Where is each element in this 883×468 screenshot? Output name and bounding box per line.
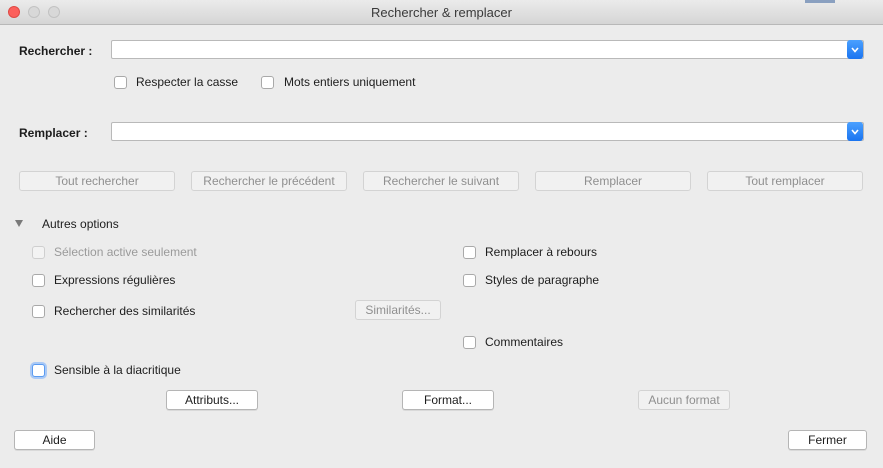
replace-input[interactable] bbox=[111, 122, 864, 141]
diacritic-checkbox[interactable] bbox=[32, 364, 45, 377]
attributes-button[interactable]: Attributs... bbox=[166, 390, 258, 410]
chevron-down-icon bbox=[851, 128, 859, 135]
close-button[interactable]: Fermer bbox=[788, 430, 867, 450]
window-title: Rechercher & remplacer bbox=[371, 5, 512, 20]
disclosure-triangle-icon[interactable] bbox=[15, 220, 23, 227]
find-all-button[interactable]: Tout rechercher bbox=[19, 171, 175, 191]
backwards-label: Remplacer à rebours bbox=[485, 245, 598, 259]
chevron-down-icon bbox=[851, 46, 859, 53]
replace-all-button[interactable]: Tout remplacer bbox=[707, 171, 863, 191]
more-options-header[interactable]: Autres options bbox=[42, 217, 119, 231]
backwards-checkbox[interactable] bbox=[463, 246, 476, 259]
search-label: Rechercher : bbox=[19, 44, 93, 58]
comments-label: Commentaires bbox=[485, 335, 564, 349]
search-dropdown-button[interactable] bbox=[847, 40, 863, 59]
match-case-label: Respecter la casse bbox=[136, 75, 239, 89]
regex-label: Expressions régulières bbox=[54, 273, 176, 287]
similarity-checkbox[interactable] bbox=[32, 305, 45, 318]
title-bar: Rechercher & remplacer bbox=[0, 0, 883, 25]
paragraph-styles-label: Styles de paragraphe bbox=[485, 273, 600, 287]
comments-checkbox[interactable] bbox=[463, 336, 476, 349]
replace-label: Remplacer : bbox=[19, 126, 88, 140]
current-selection-checkbox[interactable] bbox=[32, 246, 45, 259]
similarities-button[interactable]: Similarités... bbox=[355, 300, 441, 320]
replace-dropdown-button[interactable] bbox=[847, 122, 863, 141]
similarity-label: Rechercher des similarités bbox=[54, 304, 196, 318]
paragraph-styles-checkbox[interactable] bbox=[463, 274, 476, 287]
whole-words-label: Mots entiers uniquement bbox=[284, 75, 416, 89]
diacritic-label: Sensible à la diacritique bbox=[54, 363, 181, 377]
format-button[interactable]: Format... bbox=[402, 390, 494, 410]
whole-words-checkbox[interactable] bbox=[261, 76, 274, 89]
no-format-button[interactable]: Aucun format bbox=[638, 390, 730, 410]
replace-button[interactable]: Remplacer bbox=[535, 171, 691, 191]
current-selection-label: Sélection active seulement bbox=[54, 245, 197, 259]
background-window-fragment bbox=[805, 0, 835, 3]
help-button[interactable]: Aide bbox=[14, 430, 95, 450]
regex-checkbox[interactable] bbox=[32, 274, 45, 287]
match-case-checkbox[interactable] bbox=[114, 76, 127, 89]
find-previous-button[interactable]: Rechercher le précédent bbox=[191, 171, 347, 191]
find-next-button[interactable]: Rechercher le suivant bbox=[363, 171, 519, 191]
search-input[interactable] bbox=[111, 40, 864, 59]
